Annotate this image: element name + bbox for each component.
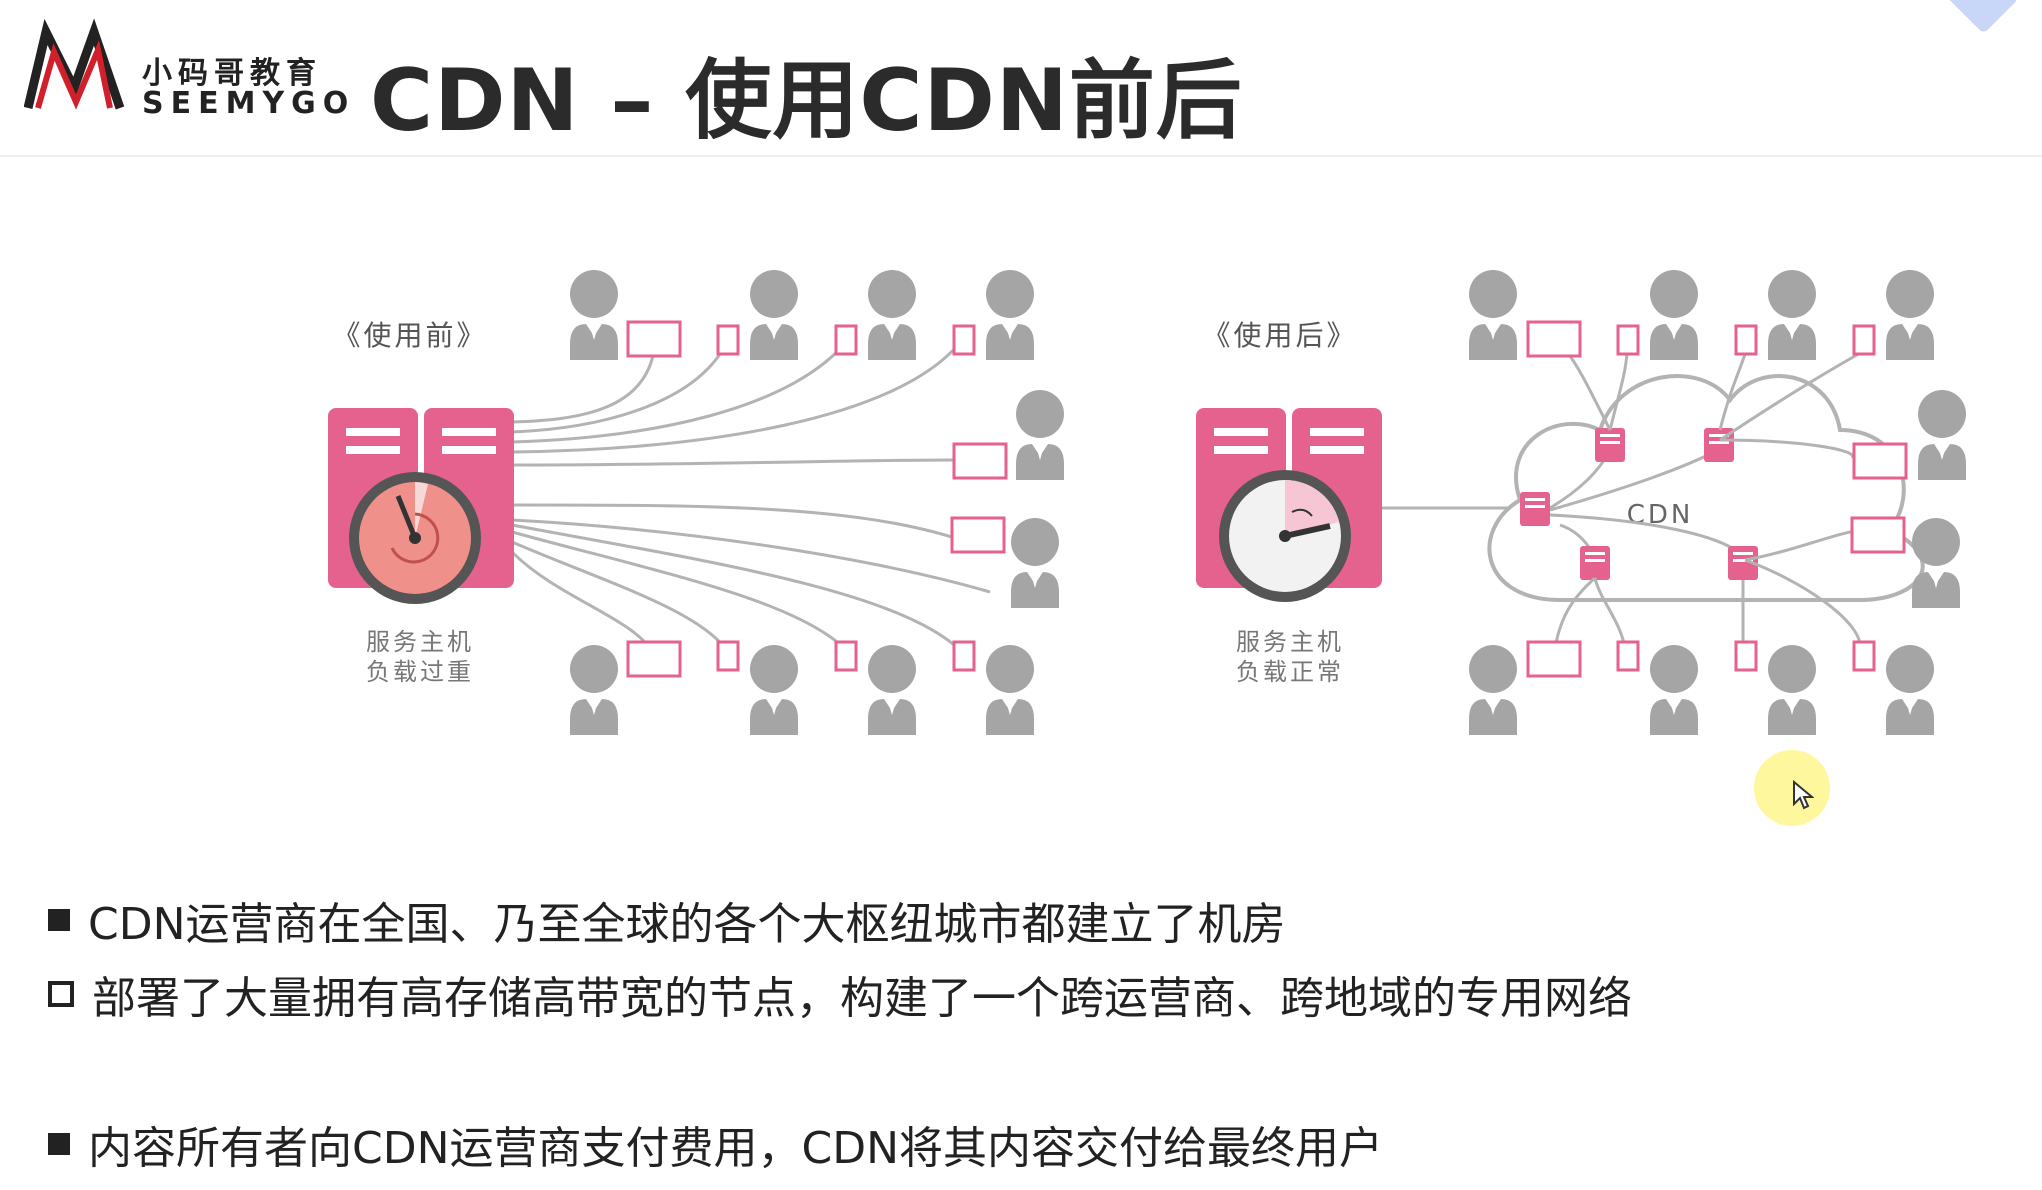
- page-title: CDN – 使用CDN前后: [370, 51, 1243, 151]
- bullet-text: 部署了大量拥有高存储高带宽的节点，构建了一个跨运营商、跨地域的专用网络: [92, 973, 1632, 1024]
- after-status-line2: 负载正常: [1236, 658, 1344, 686]
- before-label: 《使用前》: [332, 319, 487, 352]
- bullet-text: 内容所有者向CDN运营商支付费用，CDN将其内容交付给最终用户: [88, 1123, 1384, 1174]
- bullet-item-3: 内容所有者向CDN运营商支付费用，CDN将其内容交付给最终用户: [48, 1112, 1383, 1176]
- mouse-pointer-icon: [1793, 780, 1814, 810]
- bullet-text: CDN运营商在全国、乃至全球的各个大枢纽城市都建立了机房: [88, 899, 1286, 950]
- logo-mark-icon: [23, 18, 125, 110]
- bullet-marker-hollow: [48, 981, 74, 1007]
- bullet-item-2: 部署了大量拥有高存储高带宽的节点，构建了一个跨运营商、跨地域的专用网络: [48, 962, 1632, 1026]
- diagram-canvas: 《使用前》 服务主机 负载过重 《使用后》 服务主机 负载正常 CDN: [328, 270, 1966, 735]
- cdn-diagram: 《使用前》 服务主机 负载过重 《使用后》 服务主机 负载正常 CDN: [0, 160, 2042, 780]
- seemygo-logo: 小码哥教育 SEEMYGO: [23, 18, 348, 121]
- slide-header: 小码哥教育 SEEMYGO CDN – 使用CDN前后: [0, 0, 2042, 157]
- overload-clock-icon: [349, 472, 481, 604]
- before-connection-lines: [510, 339, 991, 658]
- logo-en-text: SEEMYGO: [142, 86, 356, 121]
- bullet-marker-filled: [48, 1133, 70, 1155]
- bullet-marker-filled: [48, 909, 70, 931]
- before-data-packets: [626, 320, 1008, 678]
- normal-clock-icon: [1219, 470, 1351, 602]
- corner-badge: [1941, 0, 2019, 34]
- bullet-item-1: CDN运营商在全国、乃至全球的各个大枢纽城市都建立了机房: [48, 888, 1286, 952]
- cdn-cloud-shape: [1487, 374, 1925, 602]
- before-status-line2: 负载过重: [366, 658, 474, 686]
- before-status-line1: 服务主机: [366, 628, 474, 656]
- after-label: 《使用后》: [1202, 319, 1357, 352]
- after-status-line1: 服务主机: [1236, 628, 1344, 656]
